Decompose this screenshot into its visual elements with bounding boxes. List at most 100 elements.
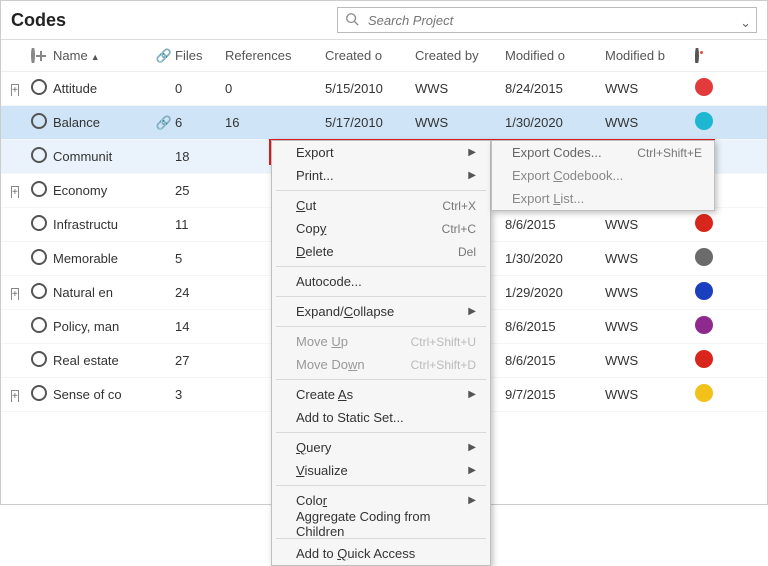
cell-files: 3 bbox=[175, 387, 225, 402]
col-name[interactable]: Name▲ bbox=[53, 48, 153, 63]
cell-files: 5 bbox=[175, 251, 225, 266]
cell-files: 27 bbox=[175, 353, 225, 368]
cell-name: Policy, man bbox=[53, 319, 153, 334]
submenu-export-codes[interactable]: Export Codes...Ctrl+Shift+E bbox=[492, 141, 714, 164]
color-dot[interactable] bbox=[695, 248, 713, 266]
menu-export[interactable]: Export▶ bbox=[272, 141, 490, 164]
cell-name: Natural en bbox=[53, 285, 153, 300]
cell-modified-by: WWS bbox=[605, 251, 695, 266]
expand-icon[interactable]: + bbox=[11, 186, 19, 198]
cell-modified-on: 1/30/2020 bbox=[505, 115, 605, 130]
cell-name: Real estate bbox=[53, 353, 153, 368]
node-icon bbox=[31, 113, 47, 129]
menu-print[interactable]: Print...▶ bbox=[272, 164, 490, 187]
cell-refs: 0 bbox=[225, 81, 325, 96]
cell-files: 24 bbox=[175, 285, 225, 300]
node-icon bbox=[31, 147, 47, 163]
menu-quick-access[interactable]: Add to Quick Access bbox=[272, 542, 490, 565]
col-references[interactable]: References bbox=[225, 48, 325, 63]
menu-move-up: Move UpCtrl+Shift+U bbox=[272, 330, 490, 353]
node-icon bbox=[31, 181, 47, 197]
menu-add-static-set[interactable]: Add to Static Set... bbox=[272, 406, 490, 429]
node-icon bbox=[31, 317, 47, 333]
cell-name: Sense of co bbox=[53, 387, 153, 402]
search-input[interactable] bbox=[337, 7, 757, 33]
cell-files: 25 bbox=[175, 183, 225, 198]
cell-files: 14 bbox=[175, 319, 225, 334]
cell-modified-by: WWS bbox=[605, 319, 695, 334]
menu-expand-collapse[interactable]: Expand/Collapse▶ bbox=[272, 300, 490, 323]
menu-aggregate[interactable]: Aggregate Coding from Children bbox=[272, 512, 490, 535]
row-link-icon: 🔗 bbox=[153, 115, 175, 131]
chevron-down-icon[interactable]: ⌄ bbox=[740, 15, 751, 31]
col-modified-by[interactable]: Modified b bbox=[605, 48, 695, 63]
node-icon bbox=[31, 215, 47, 231]
cell-modified-on: 1/29/2020 bbox=[505, 285, 605, 300]
col-created-on[interactable]: Created o bbox=[325, 48, 415, 63]
color-dot[interactable] bbox=[695, 316, 713, 334]
color-dot[interactable] bbox=[695, 214, 713, 232]
cell-modified-by: WWS bbox=[605, 285, 695, 300]
cell-name: Attitude bbox=[53, 81, 153, 96]
menu-autocode[interactable]: Autocode... bbox=[272, 270, 490, 293]
col-created-by[interactable]: Created by bbox=[415, 48, 505, 63]
submenu-export-codebook[interactable]: Export Codebook... bbox=[492, 164, 714, 187]
cell-name: Economy bbox=[53, 183, 153, 198]
node-icon bbox=[31, 249, 47, 265]
add-icon[interactable] bbox=[31, 48, 35, 63]
cell-files: 0 bbox=[175, 81, 225, 96]
menu-copy[interactable]: CopyCtrl+C bbox=[272, 217, 490, 240]
cell-modified-by: WWS bbox=[605, 217, 695, 232]
cell-created-by: WWS bbox=[415, 81, 505, 96]
cell-modified-by: WWS bbox=[605, 115, 695, 130]
menu-delete[interactable]: DeleteDel bbox=[272, 240, 490, 263]
cell-modified-by: WWS bbox=[605, 81, 695, 96]
table-row[interactable]: Balance🔗6165/17/2010WWS1/30/2020WWS bbox=[1, 106, 767, 140]
cell-modified-on: 8/6/2015 bbox=[505, 353, 605, 368]
color-dot[interactable] bbox=[695, 350, 713, 368]
node-icon bbox=[31, 283, 47, 299]
color-dot[interactable] bbox=[695, 282, 713, 300]
page-title: Codes bbox=[11, 10, 66, 31]
cell-created-by: WWS bbox=[415, 115, 505, 130]
node-icon bbox=[31, 385, 47, 401]
cell-modified-by: WWS bbox=[605, 387, 695, 402]
menu-cut[interactable]: CutCtrl+X bbox=[272, 194, 490, 217]
expand-icon[interactable]: + bbox=[11, 390, 19, 402]
context-menu[interactable]: Export▶ Print...▶ CutCtrl+X CopyCtrl+C D… bbox=[271, 140, 491, 566]
column-header-row: Name▲ 🔗 Files References Created o Creat… bbox=[1, 40, 767, 72]
cell-files: 18 bbox=[175, 149, 225, 164]
col-modified-on[interactable]: Modified o bbox=[505, 48, 605, 63]
cell-modified-on: 9/7/2015 bbox=[505, 387, 605, 402]
node-icon bbox=[31, 79, 47, 95]
cell-name: Memorable bbox=[53, 251, 153, 266]
table-row[interactable]: +Attitude005/15/2010WWS8/24/2015WWS bbox=[1, 72, 767, 106]
cell-modified-on: 1/30/2020 bbox=[505, 251, 605, 266]
cell-name: Balance bbox=[53, 115, 153, 130]
search-icon bbox=[345, 12, 359, 26]
cell-name: Communit bbox=[53, 149, 153, 164]
color-dot[interactable] bbox=[695, 384, 713, 402]
col-files[interactable]: Files bbox=[175, 48, 225, 63]
cell-modified-on: 8/24/2015 bbox=[505, 81, 605, 96]
submenu-export-list[interactable]: Export List... bbox=[492, 187, 714, 210]
menu-query[interactable]: Query▶ bbox=[272, 436, 490, 459]
color-dot[interactable] bbox=[695, 112, 713, 130]
expand-icon[interactable]: + bbox=[11, 84, 19, 96]
menu-visualize[interactable]: Visualize▶ bbox=[272, 459, 490, 482]
cell-refs: 16 bbox=[225, 115, 325, 130]
color-dot[interactable] bbox=[695, 78, 713, 96]
cell-modified-by: WWS bbox=[605, 353, 695, 368]
expand-icon[interactable]: + bbox=[11, 288, 19, 300]
cell-modified-on: 8/6/2015 bbox=[505, 319, 605, 334]
menu-create-as[interactable]: Create As▶ bbox=[272, 383, 490, 406]
palette-icon[interactable] bbox=[695, 48, 699, 63]
export-submenu[interactable]: Export Codes...Ctrl+Shift+E Export Codeb… bbox=[491, 140, 715, 211]
cell-created-on: 5/17/2010 bbox=[325, 115, 415, 130]
cell-modified-on: 8/6/2015 bbox=[505, 217, 605, 232]
cell-name: Infrastructu bbox=[53, 217, 153, 232]
cell-created-on: 5/15/2010 bbox=[325, 81, 415, 96]
cell-files: 6 bbox=[175, 115, 225, 130]
link-icon: 🔗 bbox=[153, 48, 175, 64]
cell-files: 11 bbox=[175, 217, 225, 232]
